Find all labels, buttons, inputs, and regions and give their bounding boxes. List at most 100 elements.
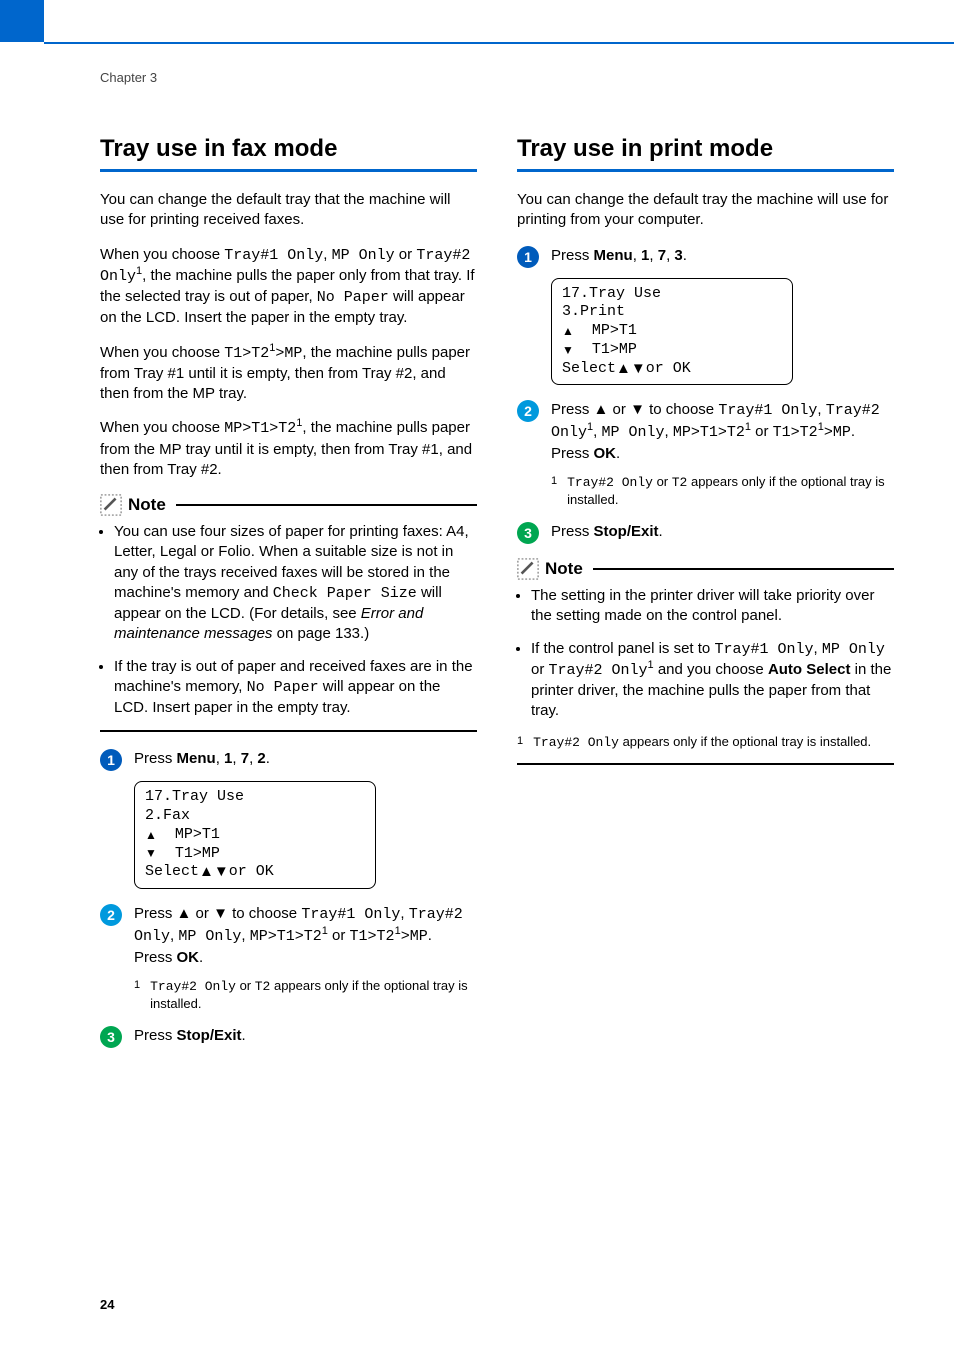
- lcd-line: 17.Tray Use: [145, 788, 365, 807]
- text: When you choose: [100, 246, 224, 263]
- text: ,: [232, 750, 240, 767]
- lcd-line: 2.Fax: [145, 807, 365, 826]
- key: Menu: [177, 750, 216, 767]
- text: or: [395, 246, 417, 263]
- key: OK: [594, 445, 617, 462]
- key: 7: [241, 750, 249, 767]
- text: ,: [817, 401, 825, 418]
- footnote-num: 1: [517, 734, 523, 752]
- text: or: [531, 661, 549, 678]
- footnote: 1 Tray#2 Only or T2 appears only if the …: [551, 474, 894, 509]
- text: and you choose: [654, 661, 768, 678]
- down-arrow-icon: ▼: [213, 905, 228, 922]
- step-2: 2 Press ▲ or ▼ to choose Tray#1 Only, Tr…: [100, 903, 477, 968]
- text: to choose: [645, 401, 718, 418]
- key: 3: [674, 247, 682, 264]
- up-down-icon: ▲▼: [616, 360, 646, 379]
- text: on page 133.): [272, 625, 369, 642]
- note-heading: Note: [517, 558, 894, 580]
- para-mpt1t2: When you choose MP>T1>T21, the machine p…: [100, 418, 477, 480]
- note-list: You can use four sizes of paper for prin…: [100, 522, 477, 718]
- lcd-line: Select ▲▼ or OK: [145, 863, 365, 882]
- para-t1t2mp: When you choose T1>T21>MP, the machine p…: [100, 343, 477, 405]
- text: Press: [134, 905, 177, 922]
- code: Tray#1 Only: [224, 247, 323, 264]
- note-heading: Note: [100, 494, 477, 516]
- text: .: [428, 927, 432, 944]
- step-text: Press Menu, 1, 7, 2.: [134, 748, 477, 769]
- text: ,: [323, 246, 331, 263]
- step-1: 1 Press Menu, 1, 7, 2.: [100, 748, 477, 771]
- code: T2: [672, 475, 688, 490]
- text: Press: [134, 949, 177, 966]
- para-choose-tray: When you choose Tray#1 Only, MP Only or …: [100, 245, 477, 329]
- text: Press: [551, 247, 594, 264]
- code: >MP: [275, 345, 302, 362]
- text: ,: [633, 247, 641, 264]
- code: T1>T2: [773, 424, 818, 441]
- code: Tray#1 Only: [714, 641, 813, 658]
- up-down-icon: ▲▼: [199, 863, 229, 882]
- note-item: If the tray is out of paper and received…: [114, 657, 477, 719]
- text: ,: [216, 750, 224, 767]
- footnote-text: Tray#2 Only appears only if the optional…: [533, 734, 871, 752]
- text: or: [236, 978, 255, 993]
- text: T1>MP: [175, 845, 220, 864]
- code: No Paper: [317, 289, 389, 306]
- text: or OK: [229, 863, 274, 882]
- step-bullet-2: 2: [100, 904, 122, 926]
- text: MP>T1: [175, 826, 220, 845]
- text: ,: [400, 905, 408, 922]
- code: Tray#1 Only: [718, 402, 817, 419]
- lcd-line: Select ▲▼ or OK: [562, 360, 782, 379]
- pencil-icon: [517, 558, 539, 580]
- down-arrow-icon: ▼: [630, 401, 645, 418]
- footnote-text: Tray#2 Only or T2 appears only if the op…: [567, 474, 894, 509]
- text: When you choose: [100, 419, 224, 436]
- footnote: 1 Tray#2 Only appears only if the option…: [517, 734, 894, 752]
- step-bullet-2: 2: [517, 400, 539, 422]
- lcd-line: 17.Tray Use: [562, 285, 782, 304]
- text: MP>T1: [592, 322, 637, 341]
- step-bullet-1: 1: [100, 749, 122, 771]
- text: Select: [145, 863, 199, 882]
- text: Press: [134, 750, 177, 767]
- page-number: 24: [100, 1297, 114, 1312]
- footnote: 1 Tray#2 Only or T2 appears only if the …: [134, 978, 477, 1013]
- up-arrow-icon: ▲: [177, 905, 192, 922]
- note-list: The setting in the printer driver will t…: [517, 586, 894, 722]
- step-1: 1 Press Menu, 1, 7, 3.: [517, 245, 894, 268]
- key: Menu: [594, 247, 633, 264]
- text: .: [616, 445, 620, 462]
- title-rule: [517, 169, 894, 172]
- key: OK: [177, 949, 200, 966]
- lcd-line: MP>T1: [145, 826, 365, 845]
- footnote-text: Tray#2 Only or T2 appears only if the op…: [150, 978, 477, 1013]
- code: Tray#2 Only: [150, 979, 236, 994]
- title-rule: [100, 169, 477, 172]
- lcd-line: T1>MP: [145, 845, 365, 864]
- text: Press: [551, 445, 594, 462]
- text: Press: [551, 523, 594, 540]
- note-item: If the control panel is set to Tray#1 On…: [531, 639, 894, 722]
- text: T1>MP: [592, 341, 637, 360]
- code: MP>T1>T2: [250, 928, 322, 945]
- note-label: Note: [128, 495, 166, 515]
- text: ,: [241, 927, 249, 944]
- text: or: [608, 401, 630, 418]
- step-2: 2 Press ▲ or ▼ to choose Tray#1 Only, Tr…: [517, 399, 894, 464]
- section-title-print: Tray use in print mode: [517, 135, 894, 165]
- text: or: [328, 927, 350, 944]
- text: ,: [665, 423, 673, 440]
- footnote-num: 1: [551, 474, 557, 509]
- left-column: Tray use in fax mode You can change the …: [100, 135, 477, 1058]
- code: T1>T2: [350, 928, 395, 945]
- text: ,: [649, 247, 657, 264]
- step-text: Press Stop/Exit.: [134, 1025, 477, 1046]
- note-end-rule: [517, 763, 894, 765]
- text: Select: [562, 360, 616, 379]
- text: appears only if the optional tray is ins…: [619, 734, 871, 749]
- step-text: Press Stop/Exit.: [551, 521, 894, 542]
- right-column: Tray use in print mode You can change th…: [517, 135, 894, 1058]
- strong: Auto Select: [768, 661, 851, 678]
